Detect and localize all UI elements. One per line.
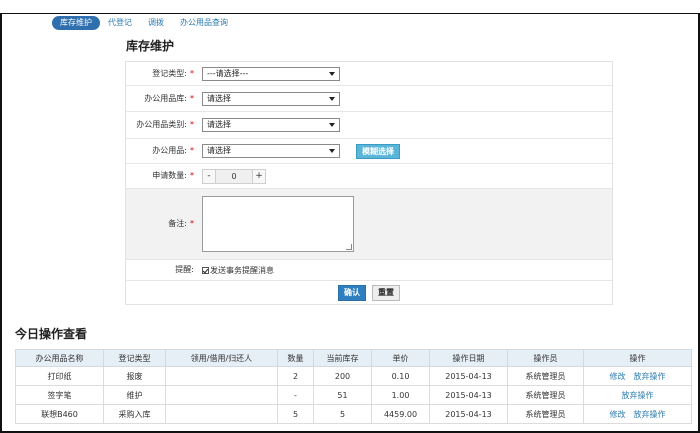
warehouse-select[interactable]: 请选择: [202, 91, 340, 106]
required-mark: *: [190, 146, 194, 155]
cell-price: 1.00: [371, 385, 430, 405]
category-label: 办公用品类别:: [136, 120, 187, 129]
page-title: 库存维护: [126, 39, 175, 53]
item-select[interactable]: 请选择: [202, 144, 340, 158]
cell-actions: 修改 放弃操作: [583, 366, 692, 386]
warehouse-value: 请选择: [207, 93, 231, 103]
col-price: 单价: [371, 349, 430, 367]
col-item-name: 办公用品名称: [15, 349, 104, 367]
cell-person: [165, 366, 278, 386]
quantity-increment-button[interactable]: +: [252, 168, 266, 184]
table-row: 联想B460 采购入库 5 5 4459.00 2015-04-13 系统管理员…: [15, 404, 692, 424]
chevron-down-icon: [329, 149, 335, 153]
tab-bar: 库存维护 代登记 调拨 办公用品查询: [52, 15, 236, 30]
category-select[interactable]: 请选择: [202, 118, 340, 132]
cell-register-type: 采购入库: [103, 404, 166, 424]
cell-stock: 200: [313, 366, 372, 386]
quantity-input[interactable]: 0: [216, 168, 252, 184]
edit-link[interactable]: 修改: [610, 372, 626, 381]
col-quantity: 数量: [277, 349, 314, 367]
row-remark: 备注: *: [126, 189, 612, 260]
cell-operator: 系统管理员: [507, 404, 584, 424]
remark-label: 备注:: [168, 219, 187, 228]
required-mark: *: [190, 93, 194, 103]
form-actions: 确认 重置: [126, 281, 612, 305]
col-stock: 当前库存: [313, 349, 372, 367]
cell-item-name: 签字笔: [15, 385, 104, 405]
cell-date: 2015-04-13: [429, 385, 508, 405]
row-item: 办公用品: * 请选择 模糊选择: [126, 139, 612, 164]
cell-item-name: 联想B460: [15, 404, 104, 424]
send-reminder-checkbox[interactable]: [202, 266, 209, 274]
table-header-row: 办公用品名称 登记类型 领用/借用/归还人 数量 当前库存 单价 操作日期 操作…: [15, 349, 692, 367]
register-type-value: ---请选择---: [207, 68, 249, 78]
cell-actions: 放弃操作: [583, 385, 692, 405]
chevron-down-icon: [329, 71, 335, 76]
cell-stock: 5: [313, 404, 372, 424]
reminder-label: 提醒:: [175, 265, 194, 274]
tab-proxy-register[interactable]: 代登记: [100, 16, 140, 30]
col-actions: 操作: [583, 349, 692, 367]
cell-person: [165, 385, 278, 405]
cell-quantity: 2: [277, 366, 314, 386]
tab-supplies-query[interactable]: 办公用品查询: [172, 16, 236, 30]
edit-link[interactable]: 修改: [610, 410, 626, 419]
required-mark: *: [190, 171, 194, 180]
cell-stock: 51: [313, 385, 372, 405]
col-person: 领用/借用/归还人: [165, 349, 278, 367]
cell-operator: 系统管理员: [507, 385, 584, 405]
cell-person: [165, 404, 278, 424]
today-operations-table: 办公用品名称 登记类型 领用/借用/归还人 数量 当前库存 单价 操作日期 操作…: [15, 349, 692, 424]
item-label: 办公用品:: [152, 146, 187, 155]
cell-date: 2015-04-13: [429, 366, 508, 386]
cell-register-type: 维护: [103, 385, 166, 405]
quantity-stepper: - 0 +: [202, 168, 266, 184]
table-row: 签字笔 维护 - 51 1.00 2015-04-13 系统管理员 放弃操作: [15, 385, 692, 405]
row-category: 办公用品类别: * 请选择: [126, 112, 612, 139]
top-bar: [0, 0, 700, 14]
col-register-type: 登记类型: [103, 349, 166, 367]
tab-transfer[interactable]: 调拨: [140, 16, 172, 30]
cell-register-type: 报废: [103, 366, 166, 386]
register-type-label: 登记类型:: [152, 68, 187, 78]
row-reminder: 提醒: 发送事务提醒消息: [126, 260, 612, 281]
discard-link[interactable]: 放弃操作: [622, 391, 654, 400]
cell-item-name: 打印纸: [15, 366, 104, 386]
col-operator: 操作员: [507, 349, 584, 367]
confirm-button[interactable]: 确认: [338, 284, 366, 301]
inventory-form: 登记类型: * ---请选择--- 办公用品库: * 请选择 办公用品类别: * 请选…: [125, 61, 613, 305]
required-mark: *: [190, 219, 194, 228]
cell-date: 2015-04-13: [429, 404, 508, 424]
warehouse-label: 办公用品库:: [144, 93, 187, 103]
send-reminder-label: 发送事务提醒消息: [210, 265, 274, 275]
cell-quantity: -: [277, 385, 314, 405]
cell-price: 4459.00: [371, 404, 430, 424]
chevron-down-icon: [329, 96, 335, 101]
cell-quantity: 5: [277, 404, 314, 424]
register-type-select[interactable]: ---请选择---: [202, 66, 340, 81]
chevron-down-icon: [329, 123, 335, 127]
quantity-label: 申请数量:: [152, 171, 187, 180]
resize-grip-icon[interactable]: [346, 244, 352, 250]
item-value: 请选择: [207, 146, 231, 155]
col-date: 操作日期: [429, 349, 508, 367]
cell-actions: 修改 放弃操作: [583, 404, 692, 424]
tab-inventory-maintenance[interactable]: 库存维护: [52, 15, 100, 30]
required-mark: *: [190, 68, 194, 78]
discard-link[interactable]: 放弃操作: [634, 372, 666, 381]
discard-link[interactable]: 放弃操作: [634, 410, 666, 419]
reset-button[interactable]: 重置: [372, 284, 400, 301]
required-mark: *: [190, 120, 194, 129]
row-register-type: 登记类型: * ---请选择---: [126, 62, 612, 86]
fuzzy-select-button[interactable]: 模糊选择: [356, 143, 400, 159]
row-warehouse: 办公用品库: * 请选择: [126, 86, 612, 112]
cell-price: 0.10: [371, 366, 430, 386]
remark-textarea[interactable]: [202, 196, 354, 252]
cell-operator: 系统管理员: [507, 366, 584, 386]
category-value: 请选择: [207, 120, 231, 129]
today-operations-title: 今日操作查看: [15, 327, 88, 341]
quantity-decrement-button[interactable]: -: [202, 168, 216, 184]
row-quantity: 申请数量: * - 0 +: [126, 164, 612, 189]
table-row: 打印纸 报废 2 200 0.10 2015-04-13 系统管理员 修改 放弃操…: [15, 366, 692, 386]
